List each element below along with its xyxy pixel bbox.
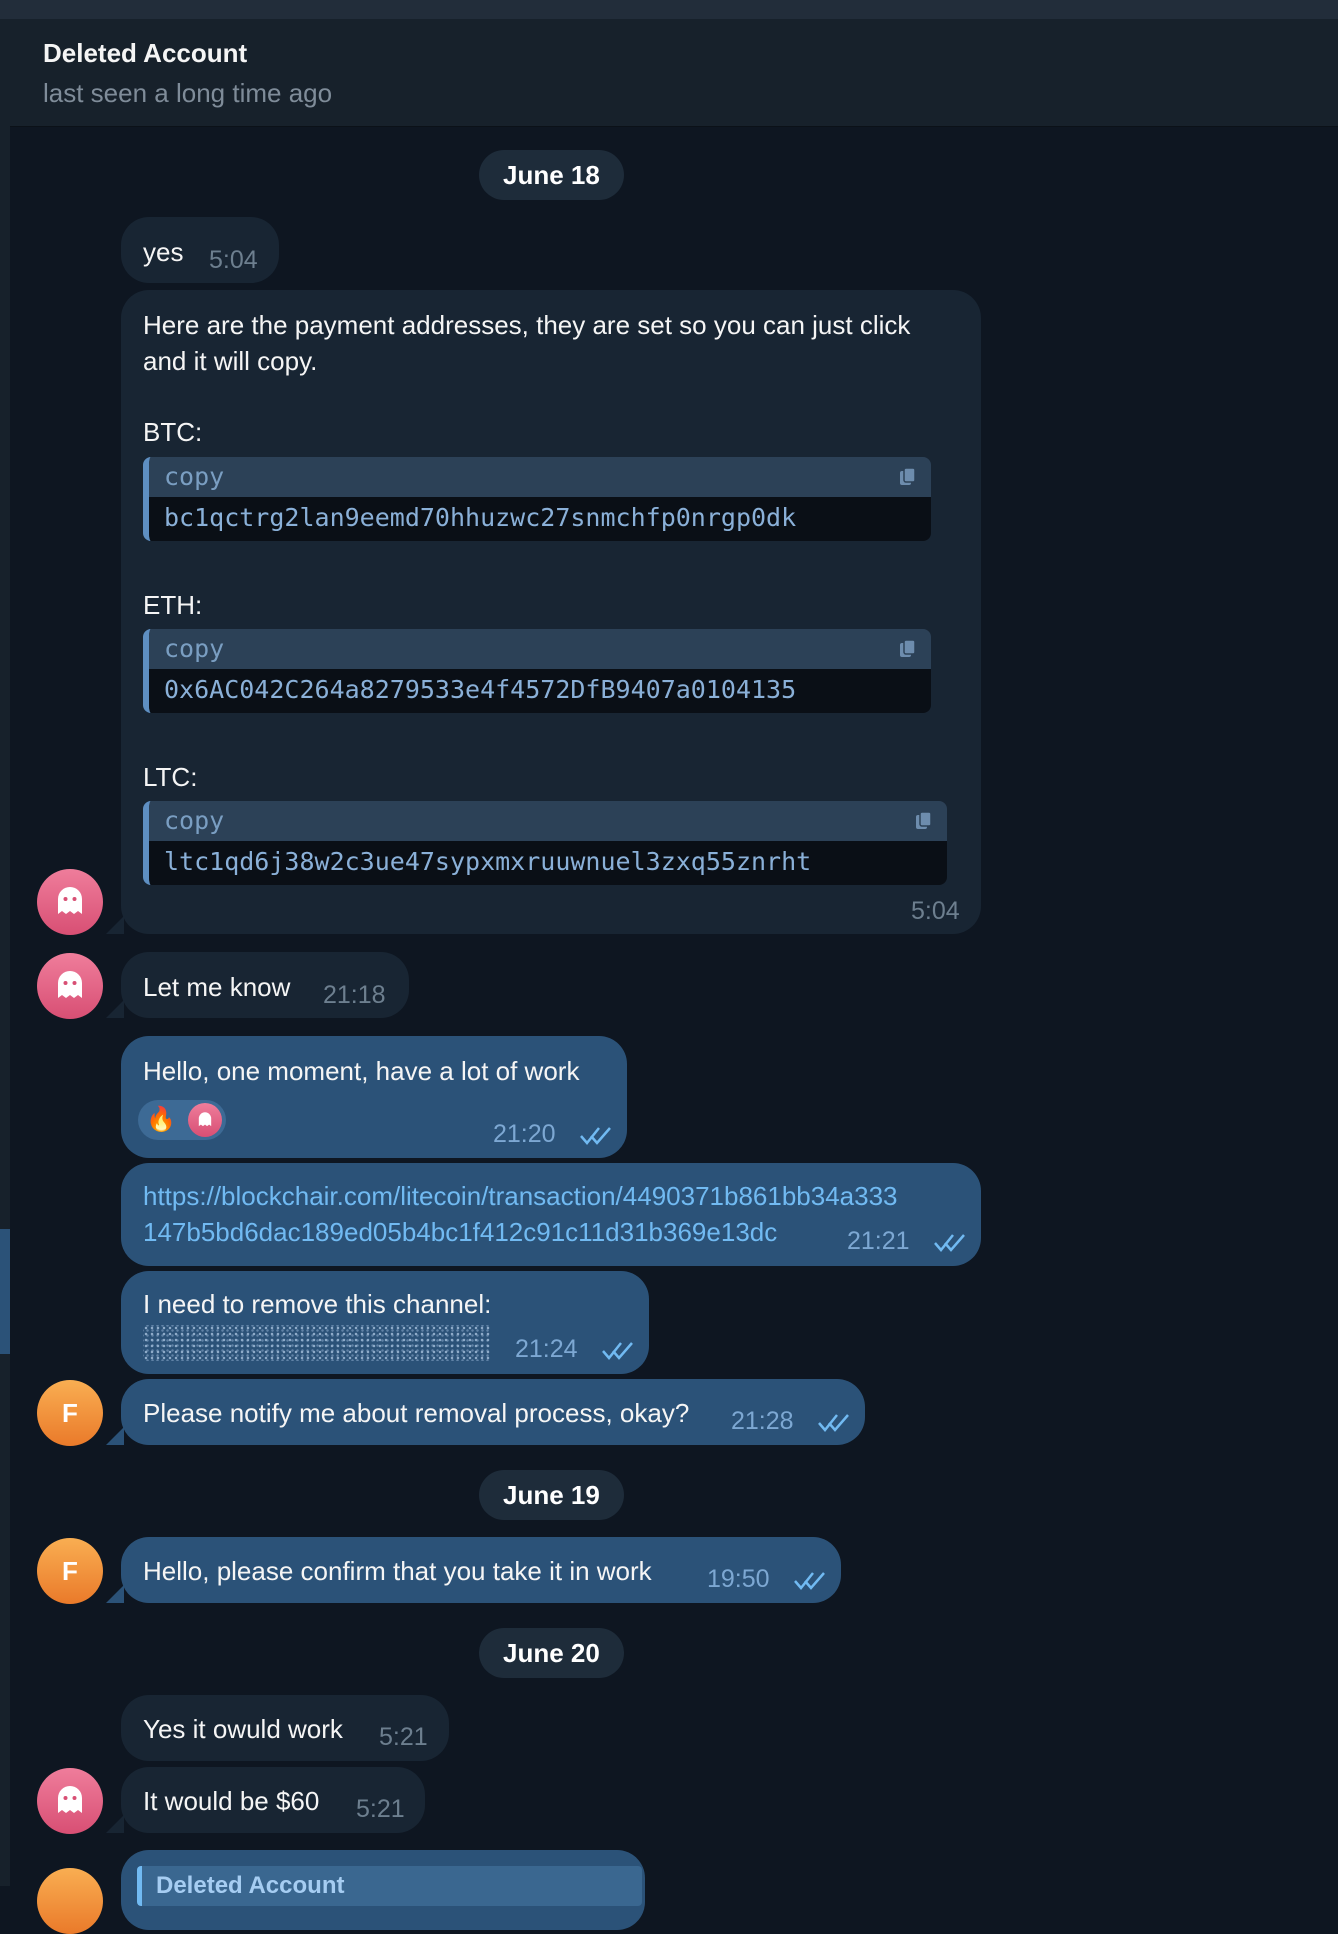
- ltc-address-code[interactable]: copy ltc1qd6j38w2c3ue47sypxmxruuwnuel3zx…: [143, 801, 947, 885]
- outgoing-message[interactable]: https://blockchair.com/litecoin/transact…: [121, 1163, 981, 1266]
- window-top-strip: [0, 0, 1338, 19]
- incoming-message[interactable]: It would be $60 5:21: [121, 1767, 425, 1833]
- transaction-link[interactable]: https://blockchair.com/litecoin/transact…: [143, 1181, 898, 1212]
- chat-title[interactable]: Deleted Account: [43, 38, 247, 69]
- ghost-icon: [58, 1786, 82, 1813]
- code-header: copy: [149, 801, 947, 841]
- ghost-icon: [58, 971, 82, 998]
- transaction-link[interactable]: 147b5bd6dac189ed05b4bc1f412c91c11d31b369…: [143, 1217, 777, 1248]
- message-text: Here are the payment addresses, they are…: [143, 310, 911, 340]
- selected-chat-indicator: [0, 1229, 10, 1354]
- message-time: 21:18: [323, 981, 386, 1009]
- code-label: copy: [164, 806, 225, 835]
- date-separator: June 18: [479, 150, 624, 200]
- incoming-message[interactable]: Let me know 21:18: [121, 952, 409, 1018]
- message-text: I need to remove this channel:: [143, 1289, 492, 1319]
- eth-address[interactable]: 0x6AC042C264a8279533e4f4572DfB9407a01041…: [164, 675, 796, 704]
- outgoing-message[interactable]: Deleted Account: [121, 1850, 645, 1930]
- spoiler-text[interactable]: [143, 1325, 491, 1361]
- outgoing-message[interactable]: Hello, please confirm that you take it i…: [121, 1537, 841, 1603]
- message-time: 5:04: [911, 897, 960, 925]
- code-body: bc1qctrg2lan9eemd70hhuzwc27snmchfp0nrgp0…: [149, 497, 931, 541]
- incoming-message[interactable]: Here are the payment addresses, they are…: [121, 290, 981, 934]
- bubble-tail: [106, 1427, 124, 1445]
- ghost-icon: [58, 887, 82, 914]
- user-avatar[interactable]: F: [37, 1380, 103, 1446]
- message-time: 21:24: [515, 1335, 578, 1363]
- address-label-eth: ETH:: [143, 590, 203, 620]
- code-header: copy: [149, 457, 931, 497]
- copy-icon[interactable]: [897, 466, 919, 488]
- code-label: copy: [164, 462, 225, 491]
- bubble-tail: [106, 1815, 124, 1833]
- bubble-tail: [106, 1585, 124, 1603]
- message-time: 21:20: [493, 1120, 556, 1148]
- message-time: 21:28: [731, 1407, 794, 1435]
- message-text: and it will copy.: [143, 346, 318, 376]
- fire-emoji[interactable]: 🔥: [146, 1106, 176, 1134]
- code-body: 0x6AC042C264a8279533e4f4572DfB9407a01041…: [149, 669, 931, 713]
- chat-header[interactable]: [10, 19, 1338, 127]
- user-avatar[interactable]: F: [37, 1538, 103, 1604]
- contact-avatar[interactable]: [37, 953, 103, 1019]
- copy-icon[interactable]: [897, 638, 919, 660]
- reactions-bar[interactable]: 🔥: [138, 1100, 226, 1140]
- btc-address-code[interactable]: copy bc1qctrg2lan9eemd70hhuzwc27snmchfp0…: [143, 457, 931, 541]
- date-separator: June 20: [479, 1628, 624, 1678]
- copy-icon[interactable]: [913, 810, 935, 832]
- reply-sender-name: Deleted Account: [156, 1872, 345, 1899]
- ltc-address[interactable]: ltc1qd6j38w2c3ue47sypxmxruuwnuel3zxq55zn…: [164, 847, 811, 876]
- code-header: copy: [149, 629, 931, 669]
- reaction-avatar: [188, 1103, 222, 1137]
- date-separator: June 19: [479, 1470, 624, 1520]
- message-text: Hello, one moment, have a lot of work: [143, 1056, 580, 1086]
- incoming-message[interactable]: Yes it owuld work 5:21: [121, 1695, 449, 1761]
- code-label: copy: [164, 634, 225, 663]
- double-check-icon: [794, 1572, 825, 1590]
- double-check-icon: [934, 1234, 965, 1252]
- user-avatar[interactable]: [37, 1868, 103, 1934]
- message-time: 19:50: [707, 1565, 770, 1593]
- bubble-tail: [106, 916, 124, 934]
- double-check-icon: [580, 1127, 611, 1145]
- address-label-btc: BTC:: [143, 417, 203, 447]
- message-text: Hello, please confirm that you take it i…: [143, 1556, 652, 1586]
- message-text: yes: [143, 237, 184, 267]
- message-time: 5:21: [356, 1795, 405, 1823]
- double-check-icon: [818, 1414, 849, 1432]
- message-text: Please notify me about removal process, …: [143, 1398, 690, 1428]
- contact-avatar[interactable]: [37, 869, 103, 935]
- message-text: Yes it owuld work: [143, 1714, 343, 1744]
- message-time: 5:04: [209, 246, 258, 274]
- message-text: It would be $60: [143, 1786, 320, 1816]
- address-label-ltc: LTC:: [143, 762, 198, 792]
- reply-preview[interactable]: Deleted Account: [137, 1866, 642, 1906]
- eth-address-code[interactable]: copy 0x6AC042C264a8279533e4f4572DfB9407a…: [143, 629, 931, 713]
- message-time: 5:21: [379, 1723, 428, 1751]
- incoming-message[interactable]: yes 5:04: [121, 217, 279, 283]
- outgoing-message[interactable]: Please notify me about removal process, …: [121, 1379, 865, 1445]
- chat-status: last seen a long time ago: [43, 78, 333, 108]
- code-body: ltc1qd6j38w2c3ue47sypxmxruuwnuel3zxq55zn…: [149, 841, 947, 885]
- double-check-icon: [602, 1342, 633, 1360]
- message-time: 21:21: [847, 1227, 910, 1255]
- btc-address[interactable]: bc1qctrg2lan9eemd70hhuzwc27snmchfp0nrgp0…: [164, 503, 796, 532]
- contact-avatar[interactable]: [37, 1768, 103, 1834]
- message-text: Let me know: [143, 972, 291, 1002]
- bubble-tail: [106, 1000, 124, 1018]
- outgoing-message[interactable]: I need to remove this channel: 21:24: [121, 1271, 649, 1374]
- ghost-icon: [198, 1112, 212, 1127]
- chat-list-edge[interactable]: [0, 19, 10, 1886]
